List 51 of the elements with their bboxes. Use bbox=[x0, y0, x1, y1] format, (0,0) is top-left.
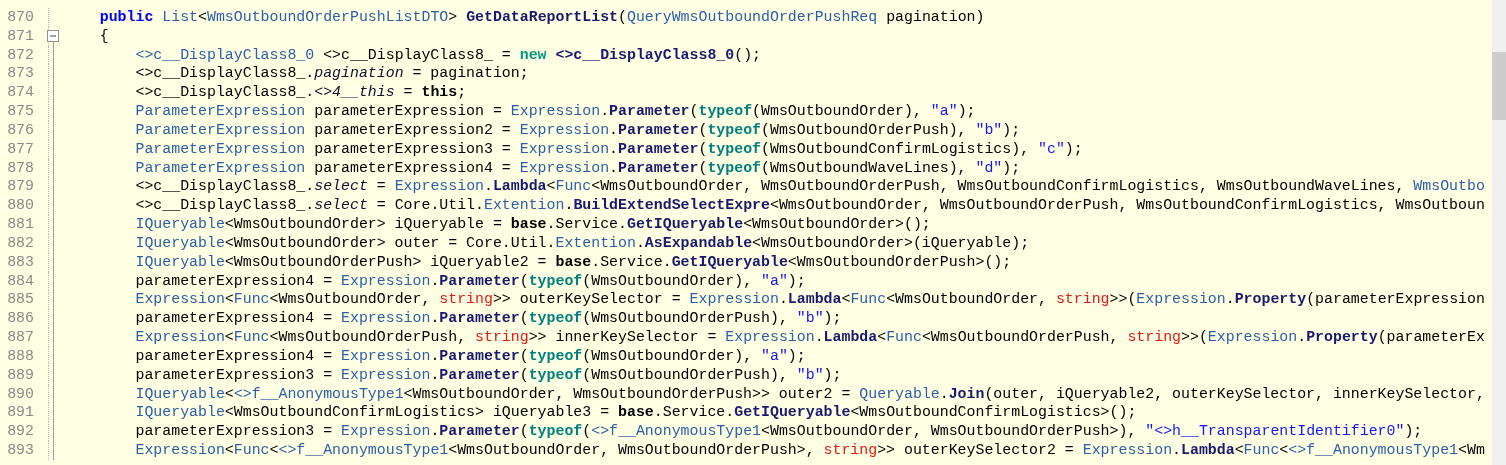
line-number: 877 bbox=[6, 139, 34, 159]
code-line: parameterExpression4 = Expression.Parameter(typeof(WmsOutboundOrder), "a"); bbox=[135, 346, 807, 366]
line-number: 876 bbox=[6, 120, 34, 140]
code-line: parameterExpression4 = Expression.Parameter(typeof(WmsOutboundOrderPush), "b"); bbox=[135, 309, 843, 329]
line-number: 884 bbox=[6, 271, 34, 291]
code-line: ParameterExpression parameterExpression = Expression.Parameter(typeof(WmsOutboundOrder), "a"); bbox=[135, 102, 977, 121]
line-number: 892 bbox=[6, 422, 34, 442]
code-line: Expression<Func<WmsOutboundOrder, string>> outerKeySelector = Expression.Lambda<Func<WmsOutboundOrder, string>>(Expression.Property(parameterExpression bbox=[135, 290, 1486, 310]
line-number: 886 bbox=[6, 309, 34, 329]
line-number: 872 bbox=[6, 45, 34, 65]
line-number: 889 bbox=[6, 365, 34, 385]
code-line: IQueryable<WmsOutboundOrderPush> iQueryable2 = base.Service.GetIQueryable<WmsOutboundOrderPush>(); bbox=[135, 252, 1013, 272]
code-line: parameterExpression3 = Expression.Parameter(typeof(<>f__AnonymousType1<WmsOutboundOrder, WmsOutboundOrderPush>), "<>h__TransparentIdentifier0"); bbox=[135, 422, 1424, 442]
line-number: 873 bbox=[6, 64, 34, 84]
collapse-icon[interactable] bbox=[47, 29, 59, 42]
code-line: <>c__DisplayClass8_0 <>c__DisplayClass8_ = new <>c__DisplayClass8_0(); bbox=[135, 45, 762, 65]
code-line: IQueryable<<>f__AnonymousType1<WmsOutboundOrder, WmsOutboundOrderPush>> outer2 = Queryable.Join(outer, iQueryable2, outerKeySelector, innerKeySelector, bbox=[135, 384, 1486, 404]
code-line: parameterExpression4 = Expression.Parameter(typeof(WmsOutboundOrder), "a"); bbox=[135, 271, 807, 291]
line-number: 887 bbox=[6, 328, 34, 347]
code-line: IQueryable<WmsOutboundOrder> outer = Core.Util.Extention.AsExpandable<WmsOutboundOrder>(iQueryable); bbox=[135, 233, 1031, 253]
code-line: <>c__DisplayClass8_.select = Core.Util.Extention.BuildExtendSelectExpre<WmsOutboundOrder, WmsOutboundOrderPush, WmsOutboundConfirmLogistics, WmsOutboun bbox=[135, 196, 1486, 216]
vertical-scrollbar[interactable] bbox=[1492, 0, 1506, 465]
code-line: <>c__DisplayClass8_.pagination = pagination; bbox=[135, 64, 530, 84]
line-number: 871 bbox=[6, 26, 34, 46]
code-line: parameterExpression3 = Expression.Parameter(typeof(WmsOutboundOrderPush), "b"); bbox=[135, 365, 843, 385]
code-line: <>c__DisplayClass8_.<>4__this = this; bbox=[135, 83, 468, 103]
scrollbar-thumb[interactable] bbox=[1492, 52, 1506, 120]
line-number: 880 bbox=[6, 196, 34, 216]
line-number: 893 bbox=[6, 441, 34, 460]
code-line: ParameterExpression parameterExpression2 = Expression.Parameter(typeof(WmsOutboundOrderPush), "b"); bbox=[135, 120, 1022, 140]
line-number: 882 bbox=[6, 233, 34, 253]
line-number: 881 bbox=[6, 215, 34, 234]
line-number: 891 bbox=[6, 403, 34, 423]
code-line: <>c__DisplayClass8_.select = Expression.Lambda<Func<WmsOutboundOrder, WmsOutboundOrderPush, WmsOutboundConfirmLogistics, WmsOutboundWaveLines, WmsOutbo bbox=[135, 177, 1486, 197]
code-line: IQueryable<WmsOutboundOrder> iQueryable = base.Service.GetIQueryable<WmsOutboundOrder>(); bbox=[135, 215, 932, 234]
code-line: public List<WmsOutboundOrderPushListDTO> GetDataReportList(QueryWmsOutboundOrderPushReq pagination) bbox=[99, 8, 986, 27]
line-number: 875 bbox=[6, 102, 34, 121]
code-line: { bbox=[99, 26, 110, 46]
line-number: 878 bbox=[6, 158, 34, 178]
code-line: ParameterExpression parameterExpression4 = Expression.Parameter(typeof(WmsOutboundWaveLines), "d"); bbox=[135, 158, 1022, 178]
code-line: ParameterExpression parameterExpression3 = Expression.Parameter(typeof(WmsOutboundConfirmLogistics), "c"); bbox=[135, 139, 1084, 159]
code-line: Expression<Func<WmsOutboundOrderPush, string>> innerKeySelector = Expression.Lambda<Func<WmsOutboundOrderPush, string>>(Expression.Property(parameterEx bbox=[135, 328, 1486, 347]
line-number: 874 bbox=[6, 83, 34, 103]
line-number: 879 bbox=[6, 177, 34, 197]
line-number: 888 bbox=[6, 346, 34, 366]
code-line: Expression<Func<<>f__AnonymousType1<WmsOutboundOrder, WmsOutboundOrderPush>, string>> outerKeySelector2 = Expression.Lambda<Func<<>f__AnonymousType1<Wm bbox=[135, 441, 1486, 460]
code-line: IQueryable<WmsOutboundConfirmLogistics> iQueryable3 = base.Service.GetIQueryable<WmsOutboundConfirmLogistics>(); bbox=[135, 403, 1138, 423]
line-number: 885 bbox=[6, 290, 34, 310]
line-number: 870 bbox=[6, 8, 34, 27]
line-number: 890 bbox=[6, 384, 34, 404]
line-number: 883 bbox=[6, 252, 34, 272]
